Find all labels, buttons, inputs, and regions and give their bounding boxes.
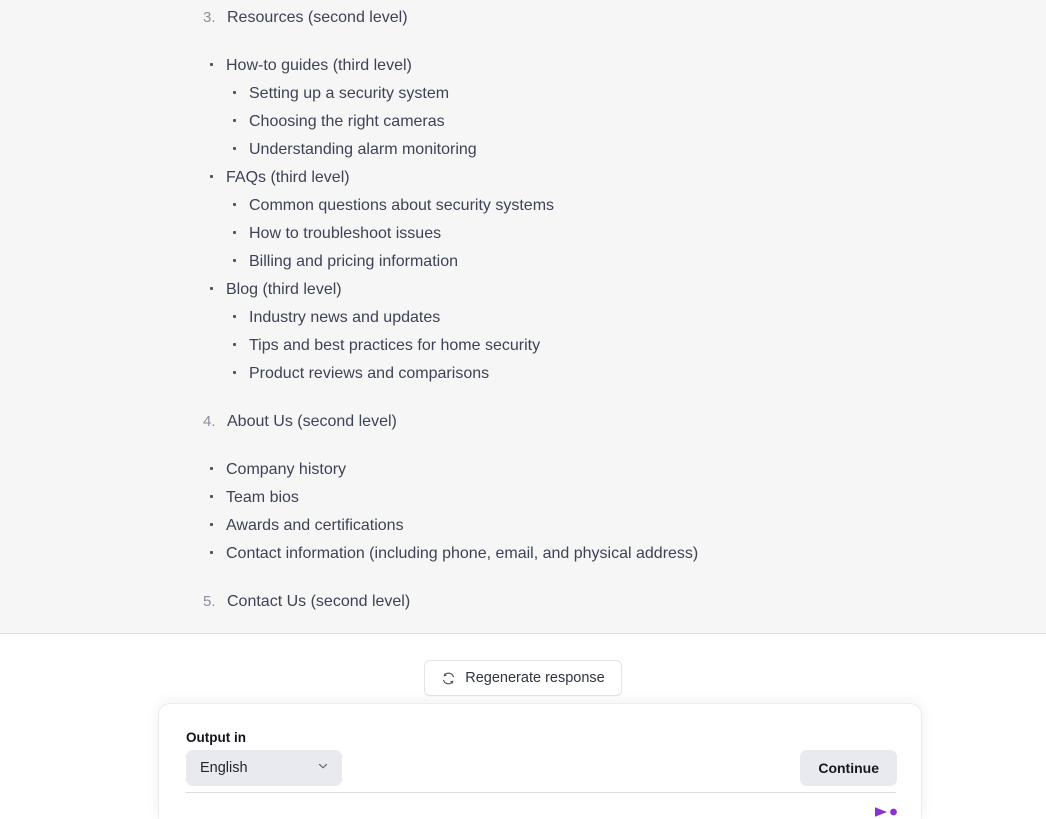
language-select-value: English xyxy=(200,760,248,776)
outline-item-marker: 4. xyxy=(203,413,216,430)
regenerate-response-button[interactable]: Regenerate response xyxy=(424,660,622,696)
outline-item-marker: 5. xyxy=(203,593,216,610)
bullet-dot-icon xyxy=(233,147,236,150)
bullet-dot-icon xyxy=(233,343,236,346)
bullet-dot-icon xyxy=(233,259,236,262)
outline-numbered-item: 3. Resources (second level) xyxy=(203,7,408,29)
chevron-down-icon xyxy=(316,759,330,778)
outline-bullet-item: Understanding alarm monitoring xyxy=(233,139,477,161)
outline-bullet-item: Team bios xyxy=(210,487,299,509)
outline-item-label: Tips and best practices for home securit… xyxy=(249,337,541,354)
outline-item-label: Company history xyxy=(226,461,347,478)
composer-card: Output in English Continue xyxy=(158,703,922,819)
bullet-dot-icon xyxy=(233,371,236,374)
outline-bullet-item: Common questions about security systems xyxy=(233,195,554,217)
outline-bullet-item: Awards and certifications xyxy=(210,515,404,537)
outline-item-label: How to troubleshoot issues xyxy=(249,225,442,242)
outline-bullet-item: Blog (third level) xyxy=(210,279,342,301)
bullet-dot-icon xyxy=(210,551,213,554)
outline-item-label: Choosing the right cameras xyxy=(249,113,445,130)
outline-item-label: Understanding alarm monitoring xyxy=(249,141,477,158)
outline-bullet-item: Product reviews and comparisons xyxy=(233,363,489,385)
bullet-dot-icon xyxy=(233,119,236,122)
outline-bullet-item: Setting up a security system xyxy=(233,83,449,105)
outline-bullet-item: Billing and pricing information xyxy=(233,251,458,273)
bullet-dot-icon xyxy=(233,231,236,234)
outline-item-label: Billing and pricing information xyxy=(249,253,458,270)
assistant-message-panel: 3. Resources (second level) How-to guides … xyxy=(0,0,1046,634)
language-select[interactable]: English xyxy=(186,750,342,786)
bullet-dot-icon xyxy=(210,523,213,526)
bullet-dot-icon xyxy=(210,467,213,470)
bullet-dot-icon xyxy=(233,91,236,94)
outline-item-label: Blog (third level) xyxy=(226,281,342,298)
outline-numbered-item: 4. About Us (second level) xyxy=(203,411,397,433)
send-icon xyxy=(873,804,905,819)
bullet-dot-icon xyxy=(210,63,213,66)
outline-item-label: Awards and certifications xyxy=(226,517,404,534)
outline-item-label: Industry news and updates xyxy=(249,309,441,326)
outline-item-label: About Us (second level) xyxy=(227,413,397,430)
bullet-dot-icon xyxy=(210,495,213,498)
refresh-icon xyxy=(441,671,456,686)
regenerate-response-label: Regenerate response xyxy=(465,670,605,686)
bullet-dot-icon xyxy=(233,203,236,206)
outline-item-label: How-to guides (third level) xyxy=(226,57,412,74)
outline-item-label: Resources (second level) xyxy=(227,9,408,26)
outline-item-label: FAQs (third level) xyxy=(226,169,350,186)
outline-item-label: Product reviews and comparisons xyxy=(249,365,490,382)
bullet-dot-icon xyxy=(233,315,236,318)
outline-bullet-item: Contact information (including phone, em… xyxy=(210,543,698,565)
outline-item-label: Contact information (including phone, em… xyxy=(226,545,699,562)
outline-item-label: Team bios xyxy=(226,489,299,506)
bullet-dot-icon xyxy=(210,287,213,290)
outline-item-label: Setting up a security system xyxy=(249,85,450,102)
outline-item-marker: 3. xyxy=(203,9,216,26)
continue-button[interactable]: Continue xyxy=(800,750,897,786)
outline-bullet-item: How-to guides (third level) xyxy=(210,55,412,77)
outline-bullet-item: Company history xyxy=(210,459,346,481)
outline-bullet-item: Tips and best practices for home securit… xyxy=(233,335,540,357)
outline-numbered-item: 5. Contact Us (second level) xyxy=(203,591,410,613)
output-in-label: Output in xyxy=(186,730,246,745)
outline-bullet-item: Industry news and updates xyxy=(233,307,440,329)
outline-bullet-item: How to troubleshoot issues xyxy=(233,223,441,245)
composer-input-row xyxy=(159,793,921,819)
outline-bullet-item: FAQs (third level) xyxy=(210,167,350,189)
outline-item-label: Contact Us (second level) xyxy=(227,593,411,610)
outline-bullet-item: Choosing the right cameras xyxy=(233,111,445,133)
composer-controls-row: Output in English Continue xyxy=(159,704,921,793)
outline-item-label: Common questions about security systems xyxy=(249,197,555,214)
regenerate-row: Regenerate response xyxy=(0,660,1046,696)
send-button[interactable] xyxy=(873,804,907,819)
bullet-dot-icon xyxy=(210,175,213,178)
